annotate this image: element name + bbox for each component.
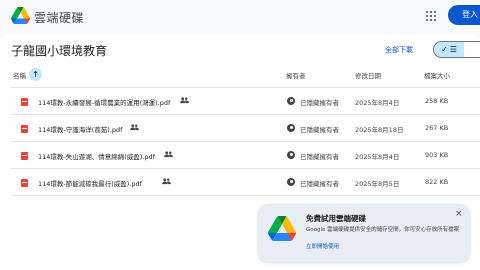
table-row[interactable]: 114環教-失山遊湖、情意綿綿(威盈).pdf 已隱藏擁有者 2025年8月4日… (11, 141, 480, 168)
column-header-name[interactable]: 名稱 (13, 70, 26, 80)
start-now-link[interactable]: 立即開始使用 (306, 242, 339, 250)
pdf-file-icon (21, 98, 28, 106)
file-size: 258 KB (425, 97, 449, 105)
pdf-file-icon (21, 152, 28, 160)
app-title: 雲端硬碟 (34, 11, 85, 25)
owner-name: 已隱藏擁有者 (300, 99, 339, 107)
file-name: 114環教-永續發展-循環農業的運用(鴻運).pdf (38, 99, 171, 107)
list-icon: ☰ (449, 45, 457, 54)
table-row[interactable]: 114環教-節能減碳我最行(威盈).pdf 已隱藏擁有者 2025年8月5日 8… (11, 168, 480, 195)
hidden-owner-icon (287, 97, 295, 105)
sign-in-button[interactable]: 登入 (448, 5, 480, 25)
column-header-size: 檔案大小 (424, 72, 450, 80)
pdf-file-icon (21, 125, 28, 133)
owner-name: 已隱藏擁有者 (300, 126, 339, 134)
hidden-owner-icon (287, 151, 295, 159)
file-size: 822 KB (425, 178, 449, 186)
shared-people-icon (162, 178, 171, 185)
shared-people-icon (180, 97, 189, 104)
hidden-owner-icon (287, 124, 295, 132)
table-row[interactable]: 114環教-永續發展-循環農業的運用(鴻運).pdf 已隱藏擁有者 2025年8… (11, 87, 480, 114)
view-toggle[interactable]: ✓ ☰ (433, 41, 480, 58)
drive-logo-icon (268, 216, 296, 241)
owner-name: 已隱藏擁有者 (300, 180, 339, 188)
file-name: 114環教-節能減碳我最行(威盈).pdf (38, 180, 142, 188)
check-icon: ✓ (441, 45, 448, 54)
table-divider (11, 195, 480, 196)
shared-people-icon (130, 124, 139, 131)
modified-date: 2025年8月18日 (355, 126, 404, 134)
modified-date: 2025年8月4日 (355, 99, 400, 107)
apps-grid-icon[interactable] (426, 11, 436, 21)
sort-arrow-up-icon[interactable]: ↑ (29, 68, 42, 81)
promo-card: 免費試用雲端硬碟 Google 雲端硬碟提供安全的儲存空間，你可安心存放所有檔案… (258, 204, 470, 262)
promo-title: 免費試用雲端硬碟 (306, 214, 366, 223)
grid-view-button[interactable] (464, 42, 480, 57)
column-header-owner: 擁有者 (286, 72, 306, 80)
close-icon[interactable]: × (455, 209, 463, 219)
file-size: 267 KB (425, 124, 449, 132)
hidden-owner-icon (287, 178, 295, 186)
folder-title: 子龍國小環境教育 (11, 44, 108, 58)
column-header-modified: 修改日期 (355, 72, 381, 80)
owner-name: 已隱藏擁有者 (300, 153, 339, 161)
file-name: 114環教-失山遊湖、情意綿綿(威盈).pdf (38, 153, 155, 161)
pdf-file-icon (21, 179, 28, 187)
modified-date: 2025年8月5日 (355, 180, 400, 188)
file-size: 903 KB (425, 151, 449, 159)
top-bar: 雲端硬碟 登入 (0, 0, 480, 32)
file-name: 114環教-守護海洋(荔茹).pdf (38, 126, 123, 134)
shared-people-icon (164, 151, 173, 158)
drive-logo-icon[interactable] (11, 7, 30, 24)
promo-body: Google 雲端硬碟提供安全的儲存空間，你可安心存放所有檔案 (306, 227, 460, 233)
modified-date: 2025年8月4日 (355, 153, 400, 161)
download-all-button[interactable]: 全部下載 (385, 45, 413, 55)
table-row[interactable]: 114環教-守護海洋(荔茹).pdf 已隱藏擁有者 2025年8月18日 267… (11, 114, 480, 141)
list-view-button[interactable]: ✓ ☰ (434, 42, 464, 57)
